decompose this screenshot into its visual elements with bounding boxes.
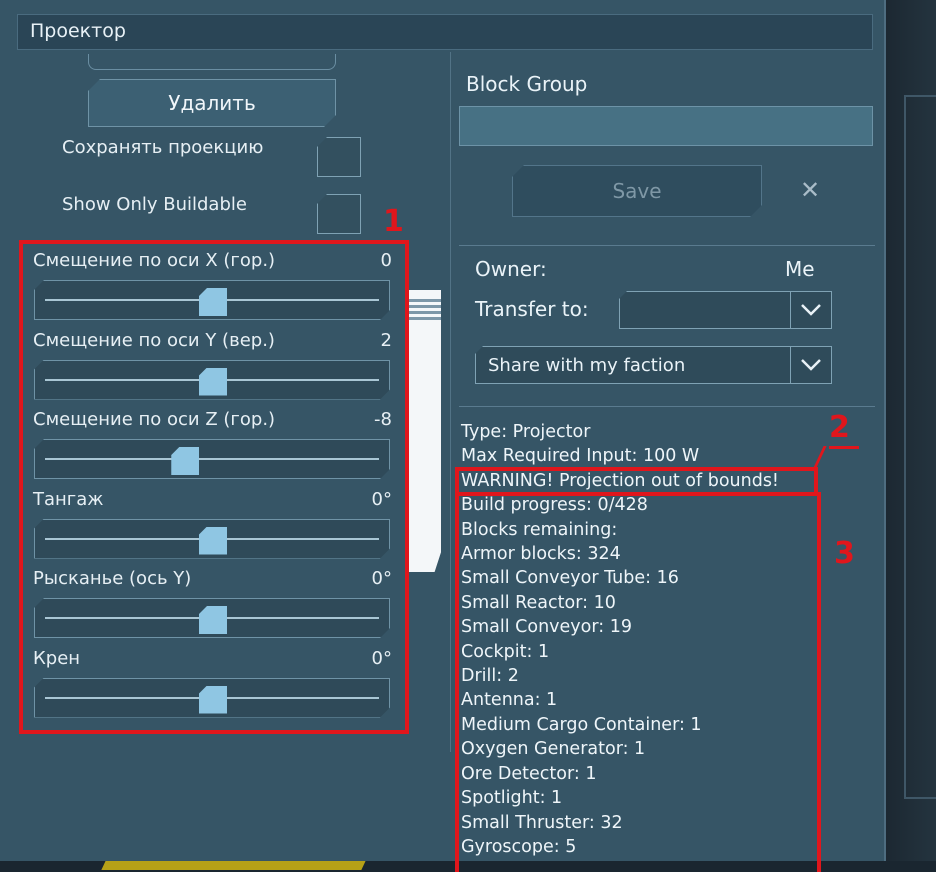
info-line: Type: Projector — [461, 422, 591, 442]
annotation-box-3 — [455, 492, 821, 872]
close-icon[interactable]: ✕ — [800, 176, 820, 204]
chevron-down-icon[interactable] — [790, 347, 831, 383]
annotation-box-1 — [19, 240, 409, 734]
show-buildable-checkbox[interactable] — [317, 194, 361, 234]
keep-projection-label: Сохранять проекцию — [62, 137, 264, 158]
partial-button-above[interactable] — [88, 54, 336, 70]
block-group-input[interactable] — [459, 106, 873, 146]
annotation-pointer — [829, 446, 859, 449]
share-dropdown-value: Share with my faction — [488, 355, 686, 376]
divider — [459, 406, 875, 407]
title-bar: Проектор — [17, 14, 873, 50]
scrollbar-grip-icon[interactable] — [409, 296, 441, 320]
info-line: Max Required Input: 100 W — [461, 446, 700, 467]
transfer-label: Transfer to: — [475, 297, 589, 321]
block-group-label: Block Group — [466, 72, 588, 96]
delete-button[interactable]: Удалить — [88, 79, 336, 127]
chevron-down-icon[interactable] — [790, 292, 831, 328]
annotation-label-3: 3 — [834, 536, 855, 571]
owner-value: Me — [785, 257, 815, 281]
owner-label: Owner: — [475, 257, 547, 281]
keep-projection-checkbox[interactable] — [317, 137, 361, 177]
transfer-dropdown[interactable] — [619, 291, 832, 329]
annotation-label-1: 1 — [383, 204, 404, 239]
window-title: Проектор — [30, 20, 126, 42]
show-buildable-label: Show Only Buildable — [62, 194, 247, 215]
scrollbar[interactable] — [409, 290, 441, 572]
column-divider — [450, 52, 451, 752]
outer-frame — [886, 0, 936, 861]
divider — [459, 245, 875, 246]
save-button[interactable]: Save — [512, 165, 762, 217]
share-dropdown[interactable]: Share with my faction — [475, 346, 832, 384]
annotation-label-2: 2 — [829, 410, 850, 445]
